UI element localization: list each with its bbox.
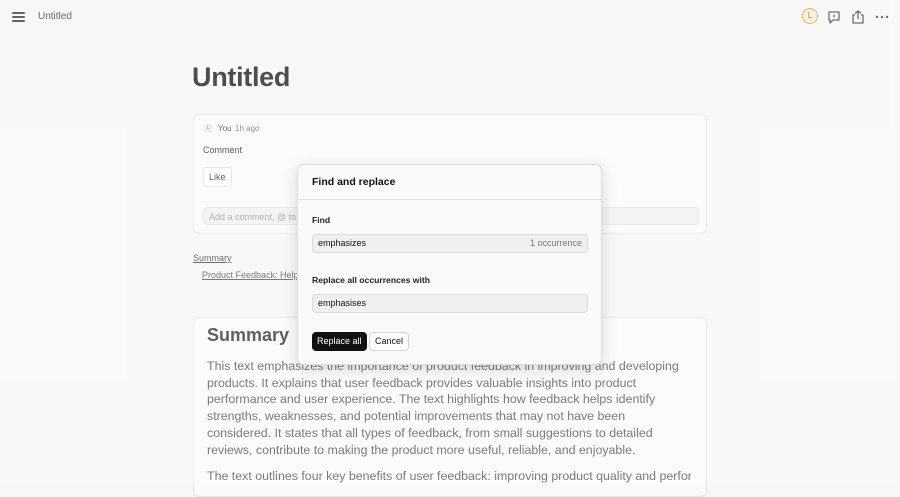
find-replace-dialog: Find and replace Find emphasizes 1 occur… (297, 164, 602, 365)
find-label: Find (312, 215, 331, 225)
replace-all-button[interactable]: Replace all (312, 332, 367, 351)
replace-input[interactable]: emphasises (312, 294, 588, 313)
occurrence-count: 1 occurrence (529, 238, 582, 248)
find-input-value: emphasizes (318, 238, 367, 248)
dialog-divider (298, 199, 601, 200)
replace-input-value: emphasises (318, 298, 367, 308)
dialog-title: Find and replace (312, 176, 396, 188)
cancel-button[interactable]: Cancel (369, 332, 410, 351)
replace-label: Replace all occurrences with (312, 275, 430, 285)
find-input[interactable]: emphasizes 1 occurrence (312, 234, 588, 253)
